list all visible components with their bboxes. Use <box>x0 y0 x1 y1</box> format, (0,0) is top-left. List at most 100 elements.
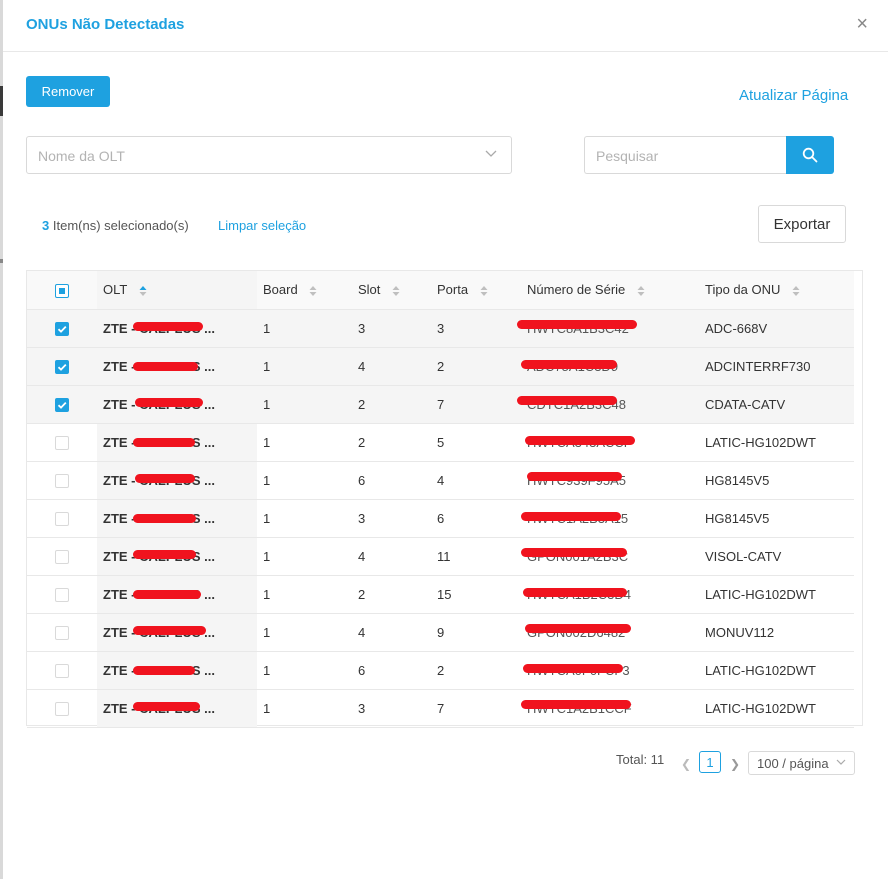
select-all-checkbox[interactable] <box>55 283 69 298</box>
onu-type-cell: MONUV112 <box>699 613 854 652</box>
row-checkbox[interactable] <box>55 663 69 678</box>
column-header-olt[interactable]: OLT <box>97 271 257 310</box>
slot-cell: 2 <box>352 423 431 462</box>
search-input[interactable]: Pesquisar <box>584 136 787 174</box>
olt-cell: ZTE - CALPLUS ... <box>97 423 257 462</box>
table-row[interactable]: ZTE - CALPLUS ... 125 HWTCA343ACCF LATIC-HG… <box>27 423 854 462</box>
column-label: OLT <box>103 282 128 298</box>
redaction-mark <box>521 547 627 557</box>
serial-cell: CDTC1A2B3C48 <box>517 385 699 424</box>
row-checkbox[interactable] <box>55 359 69 374</box>
check-icon <box>57 325 67 333</box>
olt-cell: ZTE - CALPLUS ... <box>97 309 257 348</box>
column-header-serial[interactable]: Número de Série <box>521 271 699 310</box>
chevron-left-icon[interactable]: ❮ <box>681 757 691 771</box>
table-row[interactable]: ZTE - CALPLUS ... 1411GPON001A2B3C VISOL-C… <box>27 537 854 576</box>
serial-number: HWTC1A2B1CCF <box>521 699 632 716</box>
table-row[interactable]: ZTE - CALPLUS ... 149GPON002D6482 MONUV112 <box>27 613 854 652</box>
olt-name-select[interactable]: Nome da OLT <box>26 136 512 174</box>
table-header-row: OLT Board Slot Porta Número de Série Tip… <box>27 271 854 310</box>
table-row[interactable]: ZTE - CALPLUS ... 127CDTC1A2B3C48 CDATA-CA… <box>27 385 854 424</box>
selection-count: 3 <box>42 218 50 233</box>
row-select-cell <box>27 423 97 462</box>
board-cell: 1 <box>257 461 352 500</box>
board-cell: 1 <box>257 651 352 690</box>
olt-cell: ZTE - CALPLUS ... <box>97 689 257 728</box>
table-row[interactable]: ZTE - CALPLUS ... 137HWTC1A2B1CCF LATIC-HG… <box>27 689 854 728</box>
page-size-select[interactable]: 100 / página <box>748 751 855 775</box>
onu-type-cell: HG8145V5 <box>699 461 854 500</box>
row-checkbox[interactable] <box>55 625 69 640</box>
sort-icon <box>139 285 147 296</box>
porta-cell: 6 <box>431 499 521 538</box>
row-select-cell <box>27 347 97 386</box>
row-checkbox[interactable] <box>55 321 69 336</box>
row-select-cell <box>27 309 97 348</box>
column-header-slot[interactable]: Slot <box>352 271 431 310</box>
close-icon[interactable]: × <box>856 14 868 34</box>
column-label: Slot <box>358 282 381 298</box>
chevron-right-icon[interactable]: ❯ <box>730 757 740 771</box>
column-header-porta[interactable]: Porta <box>431 271 521 310</box>
chevron-down-icon <box>485 150 497 157</box>
row-checkbox[interactable] <box>55 587 69 602</box>
porta-cell: 3 <box>431 309 521 348</box>
row-select-cell <box>27 461 97 500</box>
row-checkbox[interactable] <box>55 549 69 564</box>
export-button[interactable]: Exportar <box>758 205 846 243</box>
porta-cell: 7 <box>431 385 521 424</box>
board-cell: 1 <box>257 537 352 576</box>
clear-selection-link[interactable]: Limpar seleção <box>218 218 306 233</box>
remove-button[interactable]: Remover <box>26 76 110 107</box>
column-header-onu-type[interactable]: Tipo da ONU <box>699 271 854 310</box>
olt-name: ZTE - CALPLUS ... <box>103 625 215 640</box>
row-checkbox[interactable] <box>55 473 69 488</box>
search-button[interactable] <box>786 136 834 174</box>
row-checkbox[interactable] <box>55 701 69 716</box>
porta-cell: 2 <box>431 347 521 386</box>
serial-number: HWTCA0F0FCF3 <box>523 663 630 678</box>
row-checkbox[interactable] <box>55 435 69 450</box>
redaction-mark <box>133 665 195 675</box>
serial-cell: HWTC1A2B1CCF <box>521 689 699 728</box>
sort-icon <box>309 285 317 296</box>
redaction-mark <box>527 471 622 481</box>
column-label: Número de Série <box>527 282 626 298</box>
pagination-page-button[interactable]: 1 <box>699 751 721 773</box>
column-label: Porta <box>437 282 469 298</box>
board-cell: 1 <box>257 423 352 462</box>
column-header-board[interactable]: Board <box>257 271 352 310</box>
porta-cell: 4 <box>431 461 521 500</box>
serial-number: HWTC1A2B3A15 <box>521 511 628 526</box>
table-row[interactable]: ZTE - CALPLUS ... 136HWTC1A2B3A15 HG8145V5 <box>27 499 854 538</box>
row-checkbox[interactable] <box>55 397 69 412</box>
redaction-mark <box>133 513 196 523</box>
modal-dialog: ONUs Não Detectadas × Remover Atualizar … <box>3 0 888 879</box>
slot-cell: 3 <box>352 689 431 728</box>
serial-number: HWTCA343ACCF <box>525 435 635 450</box>
table-row[interactable]: ZTE - CALPLUS ...133HWTC8A1B3C42ADC-668V <box>27 309 854 348</box>
slot-cell: 6 <box>352 461 431 500</box>
onu-type-cell: ADCINTERRF730 <box>699 347 854 386</box>
table-row[interactable]: ZTE - CALPLUS ... 164 HWTC939F95A5 HG8145V5 <box>27 461 854 500</box>
selection-suffix: Item(ns) selecionado(s) <box>52 218 189 233</box>
select-all-cell <box>27 271 97 310</box>
row-select-cell <box>27 613 97 652</box>
serial-cell: GPON001A2B3C <box>521 537 699 576</box>
table-row[interactable]: ZTE - CALPLUS ... 162HWTCA0F0FCF3 LATIC-HG… <box>27 651 854 690</box>
porta-cell: 15 <box>431 575 521 614</box>
sort-icon <box>392 285 400 296</box>
refresh-page-link[interactable]: Atualizar Página <box>739 87 848 104</box>
porta-cell: 2 <box>431 651 521 690</box>
redaction-mark <box>133 625 206 635</box>
porta-cell: 5 <box>431 423 521 462</box>
table-row[interactable]: ZTE - CALPLUS ... 142ADC75A1C3D9 ADCINTERR… <box>27 347 854 386</box>
slot-cell: 2 <box>352 575 431 614</box>
redaction-mark <box>135 397 203 407</box>
slot-cell: 4 <box>352 347 431 386</box>
onu-type-cell: LATIC-HG102DWT <box>699 575 854 614</box>
row-checkbox[interactable] <box>55 511 69 526</box>
table-row[interactable]: ZTE - CALPLUS ... 1215HWTCA1B2C3D4 LATIC-H… <box>27 575 854 614</box>
onu-type-cell: VISOL-CATV <box>699 537 854 576</box>
row-select-cell <box>27 689 97 728</box>
